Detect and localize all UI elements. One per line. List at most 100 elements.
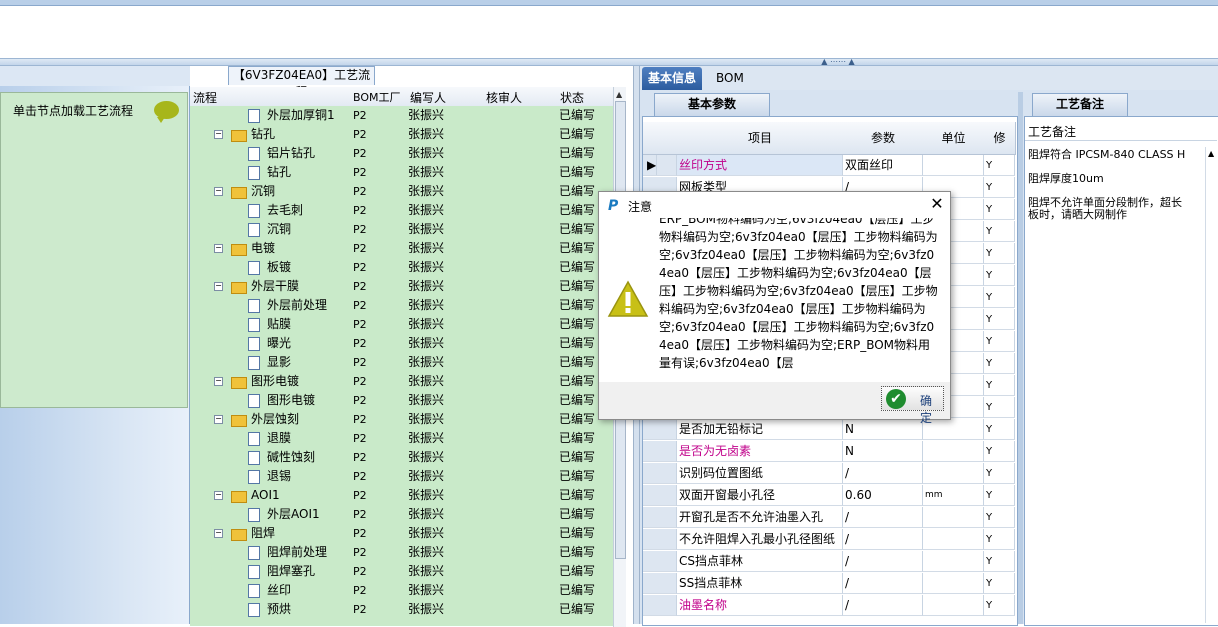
grid-cell-flag[interactable]: Y	[984, 551, 1015, 572]
grid-cell-item[interactable]: SS挡点菲林	[677, 573, 843, 594]
tree-row[interactable]: 阻焊塞孔 P2 张振兴 已编写	[190, 562, 613, 581]
grid-cell-flag[interactable]: Y	[984, 441, 1015, 462]
basic-params-tab[interactable]: 基本参数	[654, 93, 770, 116]
grid-cell-flag[interactable]: Y	[984, 221, 1015, 242]
tree-row[interactable]: 钻孔 P2 张振兴 已编写	[190, 163, 613, 182]
collapse-icon[interactable]: −	[214, 187, 223, 196]
grid-cell-value[interactable]: /	[843, 595, 923, 616]
row-indicator[interactable]	[643, 463, 677, 484]
grid-row[interactable]: 是否为无卤素 N Y	[643, 441, 1015, 463]
tab-bom[interactable]: BOM	[710, 67, 750, 90]
tree-row[interactable]: 图形电镀 P2 张振兴 已编写	[190, 391, 613, 410]
grid-cell-flag[interactable]: Y	[984, 155, 1015, 176]
grid-cell-flag[interactable]: Y	[984, 177, 1015, 198]
grid-cell-flag[interactable]: Y	[984, 199, 1015, 220]
grid-row[interactable]: ▶ 丝印方式 双面丝印 Y	[643, 155, 1015, 177]
tree-row[interactable]: 碱性蚀刻 P2 张振兴 已编写	[190, 448, 613, 467]
grid-row[interactable]: 不允许阻焊入孔最小孔径图纸 / Y	[643, 529, 1015, 551]
grid-cell-item[interactable]: 开窗孔是否不允许油墨入孔	[677, 507, 843, 528]
grid-cell-flag[interactable]: Y	[984, 353, 1015, 374]
grid-cell-value[interactable]: N	[843, 419, 923, 440]
grid-cell-flag[interactable]: Y	[984, 485, 1015, 506]
tree-row[interactable]: 退膜 P2 张振兴 已编写	[190, 429, 613, 448]
tree-row[interactable]: 曝光 P2 张振兴 已编写	[190, 334, 613, 353]
grid-cell-flag[interactable]: Y	[984, 507, 1015, 528]
notes-scrollbar[interactable]: ▲	[1205, 147, 1218, 623]
grid-cell-item[interactable]: 识别码位置图纸	[677, 463, 843, 484]
grid-cell-flag[interactable]: Y	[984, 375, 1015, 396]
tree-row[interactable]: − 外层蚀刻 P2 张振兴 已编写	[190, 410, 613, 429]
tree-col-writer[interactable]: 编写人	[410, 89, 446, 106]
tree-row[interactable]: 阻焊前处理 P2 张振兴 已编写	[190, 543, 613, 562]
tree-row[interactable]: 显影 P2 张振兴 已编写	[190, 353, 613, 372]
scroll-up-icon[interactable]: ▲	[616, 90, 622, 99]
tree-col-process[interactable]: 流程	[193, 89, 217, 106]
tree-row[interactable]: − AOI1 P2 张振兴 已编写	[190, 486, 613, 505]
grid-cell-flag[interactable]: Y	[984, 287, 1015, 308]
grid-cell-unit[interactable]	[923, 551, 984, 572]
grid-cell-unit[interactable]	[923, 155, 984, 176]
grid-col-item[interactable]: 项目	[677, 122, 844, 155]
tree-row[interactable]: − 钻孔 P2 张振兴 已编写	[190, 125, 613, 144]
collapse-icon[interactable]: −	[214, 491, 223, 500]
tree-row[interactable]: 丝印 P2 张振兴 已编写	[190, 581, 613, 600]
grid-cell-flag[interactable]: Y	[984, 595, 1015, 616]
grid-cell-unit[interactable]: mm	[923, 485, 984, 506]
notes-tab[interactable]: 工艺备注	[1032, 93, 1128, 116]
grid-cell-flag[interactable]: Y	[984, 463, 1015, 484]
close-icon[interactable]: ✕	[929, 195, 945, 213]
grid-cell-item[interactable]: 丝印方式	[677, 155, 843, 176]
grid-cell-unit[interactable]	[923, 529, 984, 550]
grid-cell-value[interactable]: /	[843, 463, 923, 484]
grid-cell-flag[interactable]: Y	[984, 309, 1015, 330]
tree-row[interactable]: 外层前处理 P2 张振兴 已编写	[190, 296, 613, 315]
collapse-icon[interactable]: −	[214, 244, 223, 253]
grid-row[interactable]: 是否加无铅标记 N Y	[643, 419, 1015, 441]
grid-row[interactable]: 油墨名称 / Y	[643, 595, 1015, 617]
collapse-icon[interactable]: −	[214, 415, 223, 424]
grid-cell-flag[interactable]: Y	[984, 243, 1015, 264]
tree-row[interactable]: − 电镀 P2 张振兴 已编写	[190, 239, 613, 258]
tree-row[interactable]: 贴膜 P2 张振兴 已编写	[190, 315, 613, 334]
grid-col-flag[interactable]: 修	[984, 122, 1016, 155]
grid-cell-value[interactable]: /	[843, 573, 923, 594]
tree-row[interactable]: 去毛刺 P2 张振兴 已编写	[190, 201, 613, 220]
grid-cell-value[interactable]: /	[843, 551, 923, 572]
horizontal-splitter[interactable]: ▲ ⋯⋯ ▲	[0, 58, 1218, 66]
collapse-icon[interactable]: −	[214, 130, 223, 139]
grid-cell-value[interactable]: N	[843, 441, 923, 462]
row-indicator[interactable]	[643, 551, 677, 572]
tree-col-reviewer[interactable]: 核审人	[486, 89, 522, 106]
ok-button[interactable]: ✔ 确定	[881, 386, 944, 425]
hint-box[interactable]: 单击节点加载工艺流程	[0, 92, 188, 408]
grid-cell-flag[interactable]: Y	[984, 397, 1015, 418]
grid-cell-value[interactable]: /	[843, 507, 923, 528]
grid-cell-value[interactable]: /	[843, 529, 923, 550]
tree-row[interactable]: − 沉铜 P2 张振兴 已编写	[190, 182, 613, 201]
tree-row[interactable]: 预烘 P2 张振兴 已编写	[190, 600, 613, 619]
grid-cell-unit[interactable]	[923, 573, 984, 594]
tab-basic-info[interactable]: 基本信息	[642, 67, 703, 90]
grid-cell-flag[interactable]: Y	[984, 265, 1015, 286]
grid-cell-value[interactable]: 0.60	[843, 485, 923, 506]
grid-cell-value[interactable]: 双面丝印	[843, 155, 923, 176]
row-indicator[interactable]	[643, 529, 677, 550]
tree-row[interactable]: 铝片钻孔 P2 张振兴 已编写	[190, 144, 613, 163]
row-indicator[interactable]	[643, 573, 677, 594]
grid-cell-item[interactable]: 是否加无铅标记	[677, 419, 843, 440]
grid-cell-unit[interactable]	[923, 507, 984, 528]
dialog-titlebar[interactable]: P 注意 ✕	[599, 192, 950, 218]
row-indicator[interactable]: ▶	[643, 155, 677, 176]
tree-row[interactable]: 外层AOI1 P2 张振兴 已编写	[190, 505, 613, 524]
grid-cell-flag[interactable]: Y	[984, 331, 1015, 352]
collapse-icon[interactable]: −	[214, 377, 223, 386]
row-indicator[interactable]	[643, 507, 677, 528]
grid-cell-item[interactable]: 油墨名称	[677, 595, 843, 616]
grid-row[interactable]: 识别码位置图纸 / Y	[643, 463, 1015, 485]
tree-row[interactable]: 板镀 P2 张振兴 已编写	[190, 258, 613, 277]
collapse-icon[interactable]: −	[214, 282, 223, 291]
collapse-icon[interactable]: −	[214, 529, 223, 538]
grid-cell-flag[interactable]: Y	[984, 419, 1015, 440]
tree-col-status[interactable]: 状态	[560, 89, 584, 106]
grid-cell-unit[interactable]	[923, 463, 984, 484]
